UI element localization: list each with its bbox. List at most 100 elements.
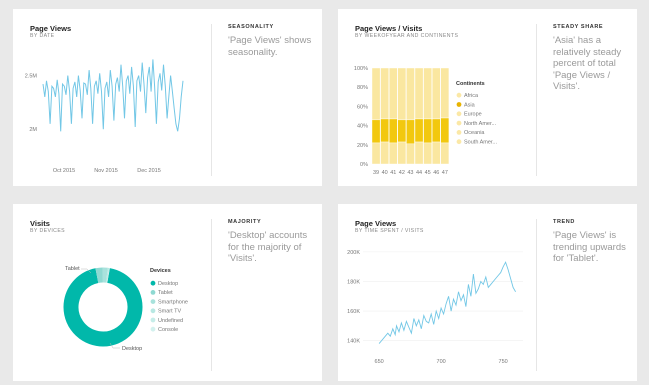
x-tick-label: Nov 2015: [94, 168, 118, 174]
insight-text: 'Page Views' is trending upwards for 'Ta…: [553, 230, 626, 264]
legend-label: Smartphone: [158, 299, 188, 305]
bar-segment: [406, 67, 415, 121]
legend-title: Devices: [150, 268, 171, 274]
bar-segment: [389, 118, 398, 144]
y-tick-label: 2.5M: [25, 73, 38, 79]
bar-segment: [440, 67, 450, 119]
insight-text: 'Desktop' accounts for the majority of '…: [228, 230, 308, 264]
x-tick-label: 44: [416, 170, 422, 176]
bar-segment: [371, 142, 381, 165]
y-tick-label: 140K: [347, 339, 360, 345]
legend-swatch: [456, 120, 462, 126]
legend-label: Smart TV: [158, 309, 181, 315]
legend-label: Console: [158, 327, 178, 333]
bar-segment: [406, 119, 415, 145]
insight-heading: SEASONALITY: [228, 24, 274, 30]
card-visits-by-devices[interactable]: Visits BY DEVICES Tablet Desktop Devices De…: [13, 204, 322, 381]
legend-label: Undefined: [158, 318, 183, 324]
donut-chart-devices: Tablet Desktop Devices Desktop Tablet Smartph…: [63, 266, 188, 352]
legend-swatch: [150, 290, 156, 295]
y-tick-label: 200K: [347, 250, 360, 256]
card-title: Visits: [30, 219, 50, 228]
card-title: Page Views: [355, 219, 397, 228]
card-page-views-by-time-spent[interactable]: Page Views BY TIME SPENT / VISITS 140K 16…: [338, 204, 637, 381]
card-subtitle: BY WEEKOFYEAR AND CONTINENTS: [355, 33, 459, 39]
x-tick-label: 47: [442, 170, 448, 176]
legend-swatch: [150, 326, 156, 332]
x-tick-label: 700: [437, 359, 446, 365]
x-tick-label: Dec 2015: [137, 168, 161, 174]
insight-heading: STEADY SHARE: [553, 24, 604, 30]
card-page-views-visits-by-week[interactable]: Page Views / Visits BY WEEKOFYEAR AND CO…: [338, 9, 637, 186]
x-tick-label: 39: [373, 170, 379, 176]
bar-segment: [380, 141, 389, 165]
bar-segment: [440, 117, 450, 144]
y-tick-label: 2M: [29, 127, 37, 133]
bar-segment: [431, 141, 441, 165]
bar-segment: [380, 118, 389, 143]
bar-segment: [389, 67, 398, 120]
x-tick-label: 40: [382, 170, 388, 176]
card-divider: [536, 24, 537, 176]
card-title: Page Views / Visits: [355, 24, 423, 33]
x-tick-label: 46: [433, 170, 439, 176]
bar-segment: [371, 67, 381, 121]
line-chart-page-views-by-time-spent: 140K 160K 180K 200K 650 700 750: [347, 250, 523, 365]
bar-segment: [397, 67, 407, 121]
bar-segment: [389, 142, 398, 165]
callout-label: Tablet: [65, 266, 80, 272]
bar-segment: [440, 142, 450, 165]
card-subtitle: BY DATE: [30, 33, 55, 39]
legend-label: Africa: [464, 93, 479, 99]
legend-label: North Amer...: [464, 121, 497, 127]
legend-swatch: [456, 130, 462, 135]
x-tick-label: 650: [375, 359, 384, 365]
x-tick-label: 43: [407, 170, 413, 176]
y-tick-label: 40%: [357, 124, 368, 130]
y-tick-label: 60%: [357, 104, 368, 110]
legend-label: Asia: [464, 102, 476, 108]
card-page-views-by-date[interactable]: Page Views BY DATE 2M 2.5M Oct 2015 Nov 201…: [13, 9, 322, 186]
legend-label: Europe: [464, 112, 482, 118]
y-tick-label: 100%: [354, 66, 368, 72]
bar-segment: [380, 67, 389, 120]
legend-swatch: [456, 92, 462, 98]
x-tick-label: 41: [390, 170, 396, 176]
legend-swatch: [150, 299, 156, 304]
bar-segment: [397, 141, 407, 165]
insight-heading: MAJORITY: [228, 219, 262, 225]
card-subtitle: BY DEVICES: [30, 228, 66, 234]
legend-swatch: [150, 280, 156, 286]
y-tick-label: 160K: [347, 309, 360, 315]
bar-segment: [431, 67, 441, 120]
card-title: Page Views: [30, 24, 72, 33]
bar-segment: [423, 142, 432, 165]
insight-text: 'Asia' has a relatively steady percent o…: [553, 35, 622, 92]
legend-swatch: [456, 102, 462, 107]
insight-text: 'Page Views' shows seasonality.: [228, 35, 312, 58]
legend-label: Desktop: [158, 281, 178, 287]
bar-segment: [414, 118, 424, 143]
card-divider: [536, 219, 537, 371]
x-tick-label: 750: [499, 359, 508, 365]
legend-label: Tablet: [158, 290, 173, 296]
bar-segment: [414, 67, 424, 120]
legend-swatch: [456, 139, 462, 145]
x-tick-label: 42: [399, 170, 405, 176]
card-subtitle: BY TIME SPENT / VISITS: [355, 228, 424, 234]
insight-heading: TREND: [553, 219, 575, 225]
series-line: [378, 261, 516, 344]
bar-segment: [406, 143, 415, 165]
legend-swatch: [150, 308, 156, 314]
y-tick-label: 80%: [357, 85, 368, 91]
y-tick-label: 20%: [357, 143, 368, 149]
x-tick-label: 45: [425, 170, 431, 176]
stacked-bar-chart-continents: 0% 20% 40% 60% 80% 100% 39 40 41 42 43 44 45 46 47 Cont…: [354, 66, 498, 176]
bar-segment: [371, 119, 381, 144]
legend-label: South Amer...: [464, 140, 497, 146]
y-tick-label: 180K: [347, 279, 360, 285]
legend-label: Oceania: [464, 130, 485, 136]
line-chart-page-views-by-date: 2M 2.5M Oct 2015 Nov 2015 Dec 2015: [25, 59, 184, 174]
y-tick-label: 0%: [360, 162, 368, 168]
bar-segment: [414, 141, 424, 165]
